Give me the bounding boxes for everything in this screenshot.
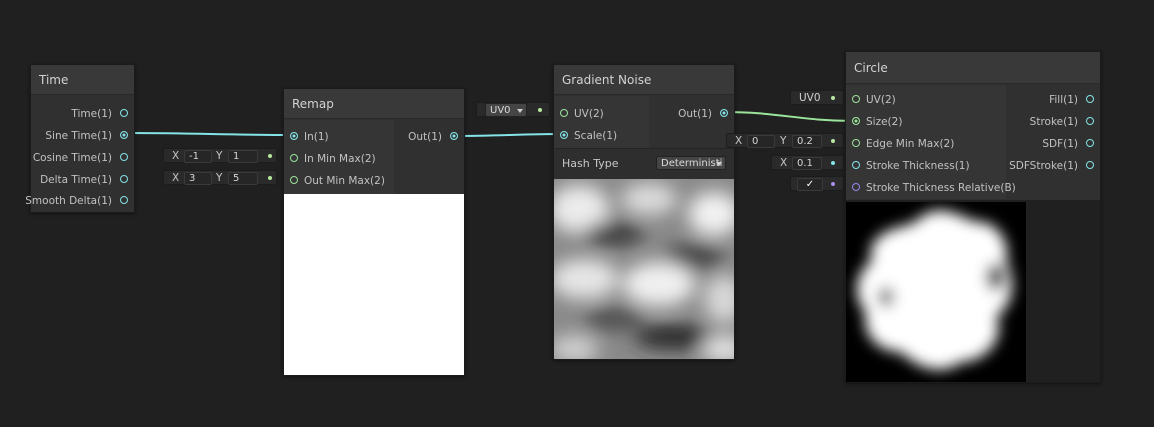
circle-edge-min-max-port[interactable] xyxy=(852,139,860,147)
circle-edge-min-max-field[interactable]: X 0 Y 0.2 xyxy=(726,133,844,148)
out-min-max-x-input[interactable]: 3 xyxy=(184,172,212,185)
sine-time-output-port[interactable] xyxy=(120,131,128,139)
stroke-relative-connector xyxy=(831,182,835,186)
edge-min-max-x-label: X xyxy=(735,135,743,147)
circle-preview xyxy=(846,202,1026,382)
circle-node-title: Circle xyxy=(846,52,1100,84)
circle-node[interactable]: Circle UV(2) Size(2) Edge Min Max(2) Str… xyxy=(845,51,1101,383)
noise-uv-connector xyxy=(538,108,542,112)
circle-stroke-port[interactable] xyxy=(1086,117,1094,125)
circle-sdf-stroke-port[interactable] xyxy=(1086,161,1094,169)
remap-out-label: Out(1) xyxy=(408,131,442,143)
edge-min-max-connector xyxy=(831,139,835,143)
in-min-max-x-input[interactable]: -1 xyxy=(184,150,212,163)
stroke-thickness-x-label: X xyxy=(780,157,788,169)
cosine-time-output-port[interactable] xyxy=(120,153,128,161)
circle-stroke-relative-label: Stroke Thickness Relative(B) xyxy=(866,182,1016,194)
edge-min-max-x-input[interactable]: 0 xyxy=(747,135,775,148)
circle-fill-port[interactable] xyxy=(1086,95,1094,103)
hash-type-label: Hash Type xyxy=(562,157,619,170)
circle-stroke-relative-field[interactable]: ✓ xyxy=(790,176,844,191)
remap-out-min-max-port[interactable] xyxy=(290,176,298,184)
noise-uv-label: UV(2) xyxy=(574,108,604,120)
remap-out-min-max-label: Out Min Max(2) xyxy=(304,175,385,187)
out-min-max-x-label: X xyxy=(172,172,180,184)
remap-node[interactable]: Remap In(1) In Min Max(2) Out Min Max(2)… xyxy=(283,88,465,376)
circle-size-label: Size(2) xyxy=(866,116,903,128)
circle-stroke-label: Stroke(1) xyxy=(1029,116,1078,128)
edge-min-max-y-input[interactable]: 0.2 xyxy=(792,135,822,148)
time-output-port[interactable] xyxy=(120,109,128,117)
circle-stroke-relative-port[interactable] xyxy=(852,183,860,191)
remap-in-port[interactable] xyxy=(290,132,298,140)
remap-in-min-max-field[interactable]: X -1 Y 1 xyxy=(163,148,277,163)
circle-sdf-stroke-label: SDFStroke(1) xyxy=(1009,160,1078,172)
noise-uv-dropdown-value: UV0 xyxy=(490,105,511,116)
delta-time-output-label: Delta Time(1) xyxy=(40,174,112,186)
stroke-thickness-x-input[interactable]: 0.1 xyxy=(792,157,822,170)
circle-stroke-thickness-field[interactable]: X 0.1 xyxy=(771,155,844,170)
sine-time-output-label: Sine Time(1) xyxy=(45,130,112,142)
stroke-thickness-connector xyxy=(831,161,835,165)
circle-size-port[interactable] xyxy=(852,117,860,125)
in-min-max-y-input[interactable]: 1 xyxy=(228,150,258,163)
time-node-title: Time xyxy=(31,65,134,95)
noise-uv-dropdown[interactable]: UV0 xyxy=(485,103,527,117)
circle-sdf-label: SDF(1) xyxy=(1042,138,1078,150)
circle-uv-value: UV0 xyxy=(799,92,821,104)
out-min-max-y-label: Y xyxy=(216,172,223,184)
remap-out-port[interactable] xyxy=(450,132,458,140)
out-min-max-connector xyxy=(268,176,272,180)
remap-out-min-max-field[interactable]: X 3 Y 5 xyxy=(163,170,277,185)
hash-type-dropdown[interactable]: Deterministi xyxy=(656,156,726,170)
circle-uv-port[interactable] xyxy=(852,95,860,103)
circle-sdf-port[interactable] xyxy=(1086,139,1094,147)
in-min-max-y-label: Y xyxy=(216,150,223,162)
time-node[interactable]: Time Time(1) Sine Time(1) Cosine Time(1)… xyxy=(25,64,135,213)
noise-out-label: Out(1) xyxy=(678,108,712,120)
in-min-max-x-label: X xyxy=(172,150,180,162)
smooth-delta-output-port[interactable] xyxy=(120,196,128,204)
chevron-down-icon xyxy=(517,109,523,113)
noise-preview xyxy=(554,179,734,359)
noise-uv-field[interactable]: UV0 xyxy=(476,102,550,117)
wire-sine-to-remap-in[interactable] xyxy=(123,132,295,136)
gradient-noise-node[interactable]: Gradient Noise UV(2) Scale(1) Out(1) Has… xyxy=(553,64,735,360)
out-min-max-y-input[interactable]: 5 xyxy=(228,172,258,185)
hash-type-value: Deterministi xyxy=(661,158,723,169)
circle-fill-label: Fill(1) xyxy=(1049,94,1078,106)
noise-node-title: Gradient Noise xyxy=(554,65,734,95)
noise-scale-port[interactable] xyxy=(560,131,568,139)
circle-edge-min-max-label: Edge Min Max(2) xyxy=(866,138,955,150)
noise-uv-port[interactable] xyxy=(560,109,568,117)
remap-in-label: In(1) xyxy=(304,131,329,143)
edge-min-max-y-label: Y xyxy=(780,135,787,147)
wire-noise-out-to-circle-size[interactable] xyxy=(722,111,856,122)
cosine-time-output-label: Cosine Time(1) xyxy=(32,152,112,164)
remap-in-min-max-label: In Min Max(2) xyxy=(304,153,376,165)
time-output-label: Time(1) xyxy=(71,108,112,120)
in-min-max-connector xyxy=(268,154,272,158)
circle-uv-label: UV(2) xyxy=(866,94,896,106)
circle-stroke-thickness-port[interactable] xyxy=(852,161,860,169)
stroke-relative-checkbox[interactable]: ✓ xyxy=(797,178,823,191)
remap-in-min-max-port[interactable] xyxy=(290,154,298,162)
noise-scale-label: Scale(1) xyxy=(574,130,618,142)
circle-stroke-thickness-label: Stroke Thickness(1) xyxy=(866,160,970,172)
remap-node-title: Remap xyxy=(284,89,464,119)
circle-uv-field[interactable]: UV0 xyxy=(790,90,844,105)
smooth-delta-output-label: Smooth Delta(1) xyxy=(25,195,112,207)
chevron-down-icon xyxy=(716,162,722,166)
noise-settings-panel: Hash Type Deterministi xyxy=(554,148,734,179)
noise-out-port[interactable] xyxy=(720,109,728,117)
delta-time-output-port[interactable] xyxy=(120,175,128,183)
circle-uv-connector xyxy=(831,96,835,100)
wire-remap-out-to-noise-scale[interactable] xyxy=(454,133,565,137)
remap-preview xyxy=(284,194,464,375)
